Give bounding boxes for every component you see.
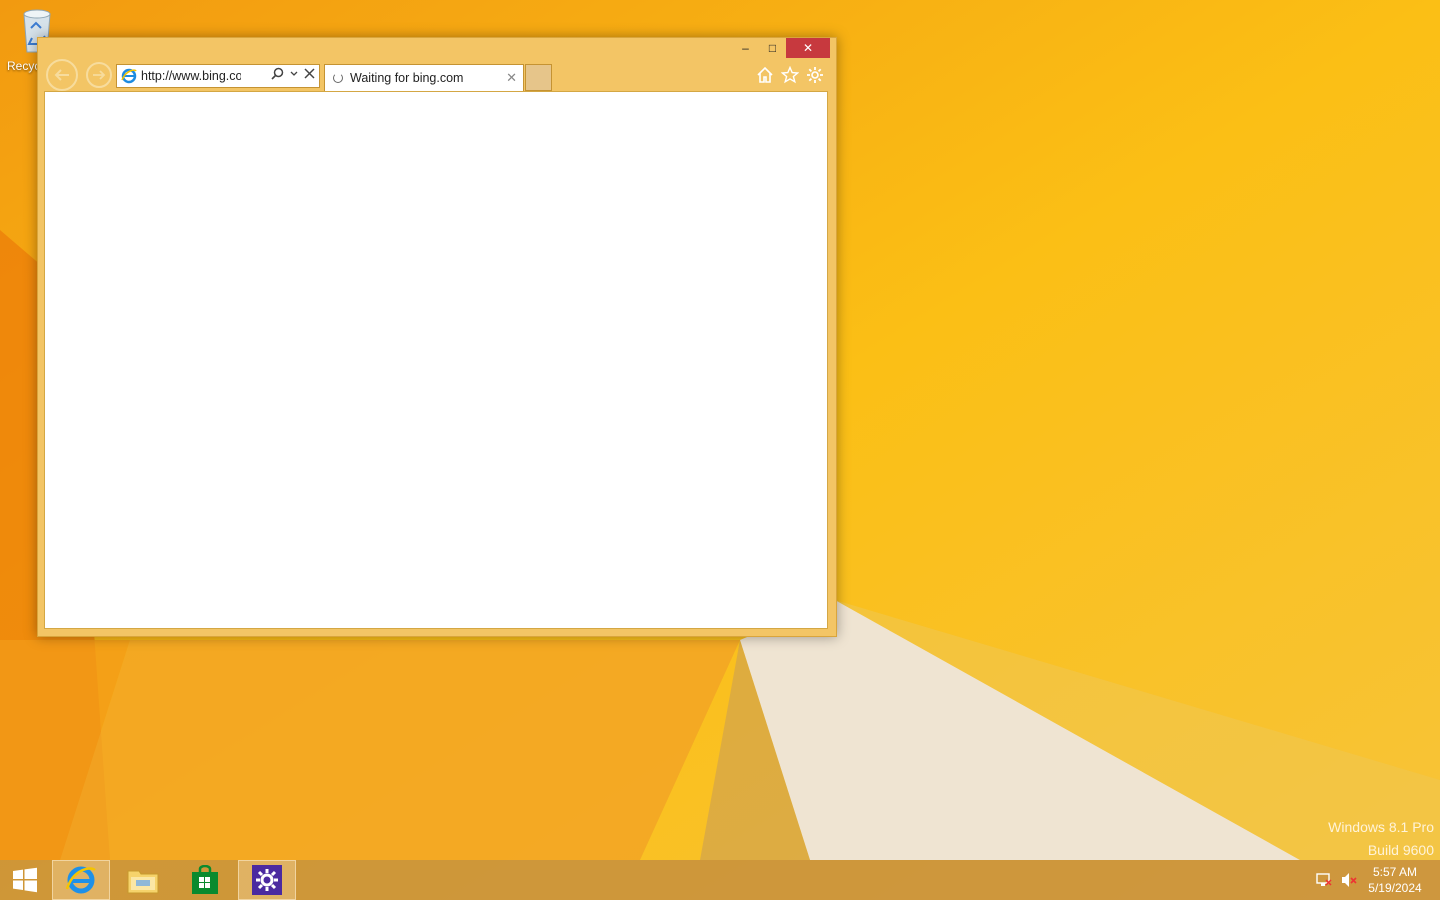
command-icons <box>756 66 824 84</box>
settings-gear-icon <box>252 865 282 895</box>
taskbar-internet-explorer[interactable] <box>52 860 110 900</box>
network-icon[interactable] <box>1316 872 1332 888</box>
tab-close-button[interactable]: ✕ <box>506 70 517 86</box>
gear-icon[interactable] <box>806 66 824 84</box>
clock-time: 5:57 AM <box>1372 865 1418 879</box>
volume-muted-icon[interactable] <box>1340 872 1358 888</box>
address-tools <box>271 67 315 80</box>
store-bag-icon <box>192 865 218 894</box>
search-icon[interactable] <box>271 67 284 80</box>
forward-button[interactable] <box>86 62 112 88</box>
forward-arrow-icon <box>93 70 106 80</box>
recycle-bin-label: Recyc <box>7 59 41 73</box>
windows-watermark: Windows 8.1 Pro Build 9600 <box>1328 816 1434 862</box>
start-button[interactable] <box>0 860 50 900</box>
taskbar-store[interactable] <box>176 860 234 900</box>
ie-favicon <box>121 68 137 84</box>
system-tray: 5:57 AM 5/19/2024 <box>1316 860 1424 900</box>
back-arrow-icon <box>54 69 69 81</box>
address-bar[interactable]: http://www.bing.com/s <box>116 64 320 88</box>
watermark-build: Build 9600 <box>1367 842 1434 858</box>
internet-explorer-icon <box>65 866 96 894</box>
minimize-glyph: – <box>742 41 749 55</box>
maximize-glyph: □ <box>768 41 777 55</box>
tab-active[interactable]: Waiting for bing.com ✕ <box>324 64 524 91</box>
internet-explorer-window[interactable]: – □ ✕ http://www.bing.com/s <box>37 37 837 637</box>
back-button[interactable] <box>46 59 78 91</box>
page-content-area[interactable] <box>44 91 828 629</box>
close-glyph: ✕ <box>802 41 814 55</box>
favorites-star-icon[interactable] <box>781 66 799 84</box>
stop-icon[interactable] <box>304 68 315 79</box>
loading-spinner-icon <box>333 73 343 83</box>
window-controls: – □ ✕ <box>732 38 830 58</box>
dropdown-arrow-icon[interactable] <box>290 71 298 77</box>
tab-title: Waiting for bing.com <box>350 71 464 85</box>
clock-date: 5/19/2024 <box>1368 881 1422 895</box>
windows-logo-icon <box>13 867 37 893</box>
new-tab-button[interactable] <box>525 64 552 91</box>
maximize-button[interactable]: □ <box>759 38 786 58</box>
watermark-edition: Windows 8.1 Pro <box>1328 819 1434 835</box>
folder-icon <box>127 870 159 894</box>
taskbar-control-panel[interactable] <box>238 860 296 900</box>
minimize-button[interactable]: – <box>732 38 759 58</box>
taskbar: 5:57 AM 5/19/2024 <box>0 860 1440 900</box>
home-icon[interactable] <box>756 66 774 84</box>
close-window-button[interactable]: ✕ <box>786 38 830 58</box>
address-url[interactable]: http://www.bing.com/s <box>141 69 241 83</box>
taskbar-file-explorer[interactable] <box>114 860 172 900</box>
taskbar-clock[interactable]: 5:57 AM 5/19/2024 <box>1366 864 1424 896</box>
